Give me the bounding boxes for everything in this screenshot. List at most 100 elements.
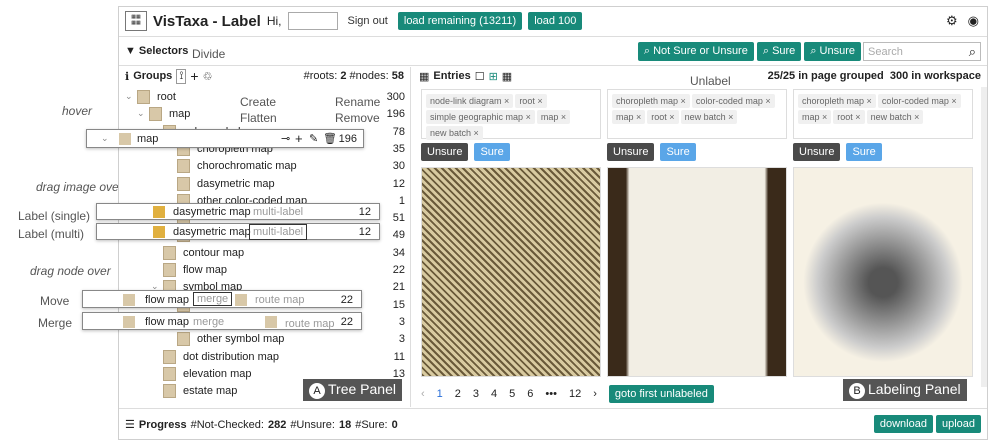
tree-row[interactable]: flow map 22: [119, 262, 409, 279]
tree-row[interactable]: chorochromatic map 30: [119, 158, 409, 175]
upload-button[interactable]: upload: [935, 415, 981, 433]
close-icon[interactable]: ×: [726, 112, 733, 122]
chevron-down-icon[interactable]: ⌄: [137, 108, 145, 119]
close-icon[interactable]: ×: [853, 112, 860, 122]
next-page-icon[interactable]: ›: [593, 388, 597, 400]
close-icon[interactable]: ×: [949, 96, 956, 106]
entry-card[interactable]: node-link diagram × root × simple geograph…: [421, 89, 601, 389]
info-icon[interactable]: ℹ: [125, 70, 129, 83]
not-sure-or-unsure-button[interactable]: ⌕ Not Sure or Unsure: [637, 42, 754, 61]
username-field[interactable]: [287, 12, 338, 30]
rename-icon[interactable]: ✎: [309, 132, 318, 145]
app-logo: ▦▦ ▦▦: [125, 11, 147, 31]
label-tag[interactable]: node-link diagram ×: [426, 94, 514, 108]
prev-page-icon[interactable]: ‹: [421, 388, 425, 400]
entry-image[interactable]: [421, 167, 601, 377]
sign-out-button[interactable]: Sign out: [344, 15, 392, 27]
page-link[interactable]: 6: [527, 388, 533, 400]
divide-icon[interactable]: ⟟: [176, 68, 187, 84]
node-thumbnail: [163, 245, 176, 260]
sure-button[interactable]: Sure: [474, 143, 510, 161]
pagination: ‹ 1 2 3 4 5 6 ••• 12 › goto first unlabeled: [421, 385, 714, 403]
groups-title: Groups: [133, 70, 173, 82]
page-link[interactable]: 1: [437, 388, 443, 400]
close-icon[interactable]: ×: [912, 112, 919, 122]
label-tag[interactable]: map ×: [798, 110, 832, 124]
entry-image[interactable]: [607, 167, 787, 377]
gear-icon[interactable]: ⚙: [946, 13, 958, 29]
search-input[interactable]: Search ⌕: [863, 42, 981, 61]
view-dense-icon[interactable]: ▦: [502, 70, 512, 83]
page-link[interactable]: 12: [569, 388, 581, 400]
flatten-icon[interactable]: ⊸: [281, 132, 290, 145]
view-single-icon[interactable]: ☐: [475, 70, 485, 83]
label-tag[interactable]: new batch ×: [866, 110, 924, 124]
close-icon[interactable]: ×: [558, 112, 566, 122]
search-icon[interactable]: ⌕: [969, 44, 976, 60]
unsure-button[interactable]: Unsure: [607, 143, 655, 161]
label-tag[interactable]: root ×: [833, 110, 865, 124]
tag-box[interactable]: choropleth map × color-coded map × map × ro…: [607, 89, 787, 139]
close-icon[interactable]: ×: [471, 128, 479, 138]
tree-row[interactable]: dasymetric map 12: [119, 176, 409, 193]
label-tag[interactable]: new batch ×: [680, 110, 738, 124]
label-tag[interactable]: map ×: [612, 110, 646, 124]
close-icon[interactable]: ×: [634, 112, 641, 122]
scrollbar[interactable]: [981, 87, 987, 387]
recycle-icon[interactable]: ♲: [203, 70, 213, 83]
github-icon[interactable]: ◉: [968, 13, 979, 29]
label-tag[interactable]: new batch ×: [426, 126, 483, 140]
label-tag[interactable]: color-coded map ×: [691, 94, 775, 108]
remove-icon[interactable]: 🗑: [323, 132, 337, 145]
unsure-button[interactable]: Unsure: [421, 143, 469, 161]
node-label: estate map: [183, 385, 238, 398]
tree-row[interactable]: contour map 34: [119, 245, 409, 262]
unsure-button[interactable]: Unsure: [793, 143, 841, 161]
label-tag[interactable]: root ×: [647, 110, 679, 124]
node-count: 49: [392, 229, 405, 242]
close-icon[interactable]: ×: [502, 96, 509, 106]
close-icon[interactable]: ×: [523, 112, 531, 122]
tree-row[interactable]: dot distribution map 11: [119, 349, 409, 366]
tag-box[interactable]: node-link diagram × root × simple geograph…: [421, 89, 601, 140]
page-link[interactable]: 4: [491, 388, 497, 400]
view-grid-icon[interactable]: ⊞: [489, 70, 498, 83]
entries-stats: 25/25 in page grouped 300 in workspace: [767, 70, 981, 82]
close-icon[interactable]: ×: [864, 96, 872, 106]
page-link[interactable]: 2: [455, 388, 461, 400]
goto-first-unlabeled-button[interactable]: goto first unlabeled: [608, 385, 714, 403]
unsure-filter-button[interactable]: ⌕ Unsure: [804, 42, 861, 61]
search-icon: ⌕: [762, 45, 773, 57]
label-tag[interactable]: map ×: [536, 110, 571, 124]
app-title: VisTaxa - Label: [153, 12, 261, 30]
label-tag[interactable]: root ×: [515, 94, 547, 108]
entry-card[interactable]: choropleth map × color-coded map × map × ro…: [793, 89, 973, 389]
page-link[interactable]: 3: [473, 388, 479, 400]
close-icon[interactable]: ×: [667, 112, 674, 122]
sure-button[interactable]: Sure: [660, 143, 696, 161]
page-link[interactable]: 5: [509, 388, 515, 400]
load-remaining-button[interactable]: load remaining (13211): [397, 12, 523, 30]
close-icon[interactable]: ×: [763, 96, 770, 106]
label-tag[interactable]: choropleth map ×: [798, 94, 876, 108]
sure-filter-button[interactable]: ⌕ Sure: [756, 42, 802, 61]
sure-button[interactable]: Sure: [846, 143, 882, 161]
add-icon[interactable]: +: [190, 68, 198, 84]
close-icon[interactable]: ×: [535, 96, 542, 106]
download-button[interactable]: download: [873, 415, 933, 433]
chevron-down-icon[interactable]: ⌄: [125, 91, 133, 102]
load-100-button[interactable]: load 100: [528, 12, 583, 30]
entry-card[interactable]: choropleth map × color-coded map × map × ro…: [607, 89, 787, 389]
close-icon[interactable]: ×: [820, 112, 827, 122]
hover-node-overlay: ⌄ map ⊸ + ✎ 🗑 196: [86, 129, 364, 148]
node-label: map: [169, 108, 191, 121]
tag-box[interactable]: choropleth map × color-coded map × map × ro…: [793, 89, 973, 139]
tree-row[interactable]: other symbol map 3: [119, 331, 409, 348]
page-link[interactable]: •••: [545, 388, 557, 400]
close-icon[interactable]: ×: [678, 96, 686, 106]
label-tag[interactable]: simple geographic map ×: [426, 110, 535, 124]
entry-image[interactable]: [793, 167, 973, 377]
label-tag[interactable]: color-coded map ×: [877, 94, 961, 108]
label-tag[interactable]: choropleth map ×: [612, 94, 690, 108]
create-icon[interactable]: +: [295, 131, 303, 146]
